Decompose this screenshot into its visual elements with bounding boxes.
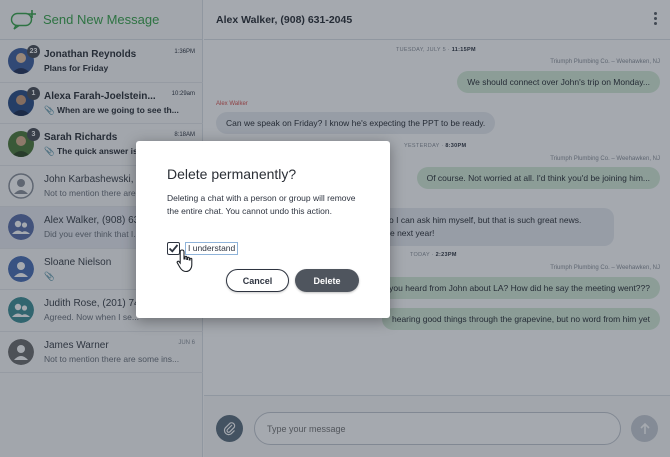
messaging-app: Send New Message 23 Jonathan Reynolds 1:… (0, 0, 670, 457)
delete-confirmation-dialog: Delete permanently? Deleting a chat with… (136, 141, 390, 318)
dialog-title: Delete permanently? (167, 166, 297, 182)
hand-cursor-icon (175, 248, 197, 274)
dialog-message: Deleting a chat with a person or group w… (167, 193, 356, 216)
cancel-button[interactable]: Cancel (226, 269, 289, 292)
delete-button[interactable]: Delete (295, 269, 359, 292)
